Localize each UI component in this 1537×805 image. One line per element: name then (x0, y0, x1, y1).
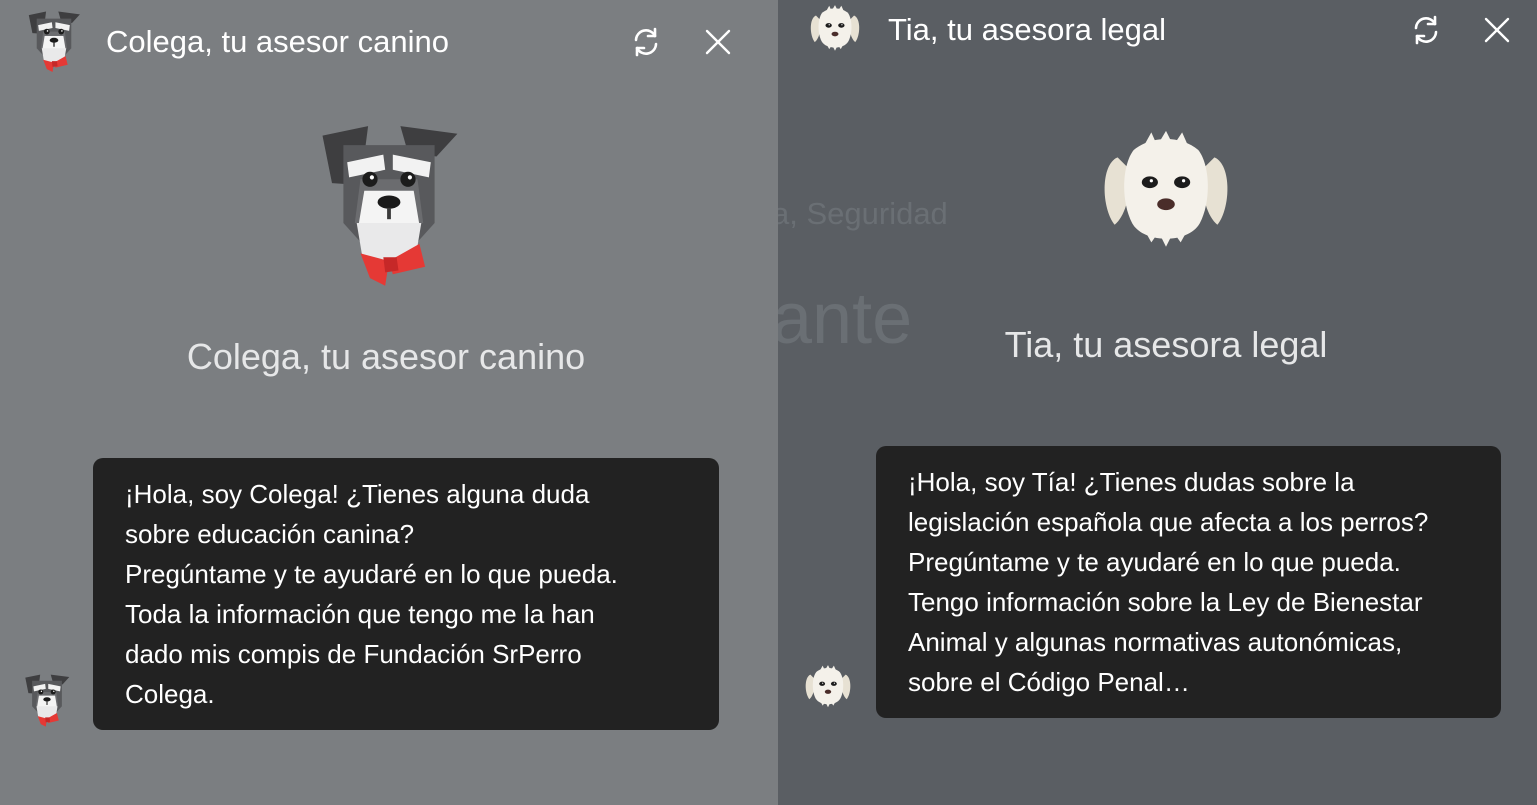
background-text: a, Seguridad (778, 196, 948, 231)
message-avatar-icon (800, 664, 856, 712)
close-icon[interactable] (1479, 12, 1515, 48)
close-icon[interactable] (700, 24, 736, 60)
tia-hero-icon (1084, 128, 1248, 260)
hero-title: Colega, tu asesor canino (186, 336, 586, 377)
chat-panel-colega: Colega, tu asesor canino Colega, tu ases… (0, 0, 778, 805)
refresh-icon[interactable] (628, 24, 664, 60)
tia-avatar-icon (804, 4, 866, 56)
header-title: Tia, tu asesora legal (888, 12, 1167, 47)
header-title: Colega, tu asesor canino (106, 24, 449, 59)
colega-avatar-icon (18, 8, 90, 74)
welcome-message-text: ¡Hola, soy Tía! ¿Tienes dudas sobre la l… (908, 467, 1429, 697)
chat-panel-tia: a, Seguridad ante Tia, tu asesora legal … (778, 0, 1537, 805)
welcome-message-text: ¡Hola, soy Colega! ¿Tienes alguna duda s… (125, 479, 618, 709)
message-avatar-icon (16, 670, 78, 730)
refresh-icon[interactable] (1408, 12, 1444, 48)
welcome-message: ¡Hola, soy Tía! ¿Tienes dudas sobre la l… (876, 446, 1501, 718)
colega-hero-icon (294, 118, 484, 290)
hero-title: Tia, tu asesora legal (1004, 324, 1328, 365)
welcome-message: ¡Hola, soy Colega! ¿Tienes alguna duda s… (93, 458, 719, 730)
